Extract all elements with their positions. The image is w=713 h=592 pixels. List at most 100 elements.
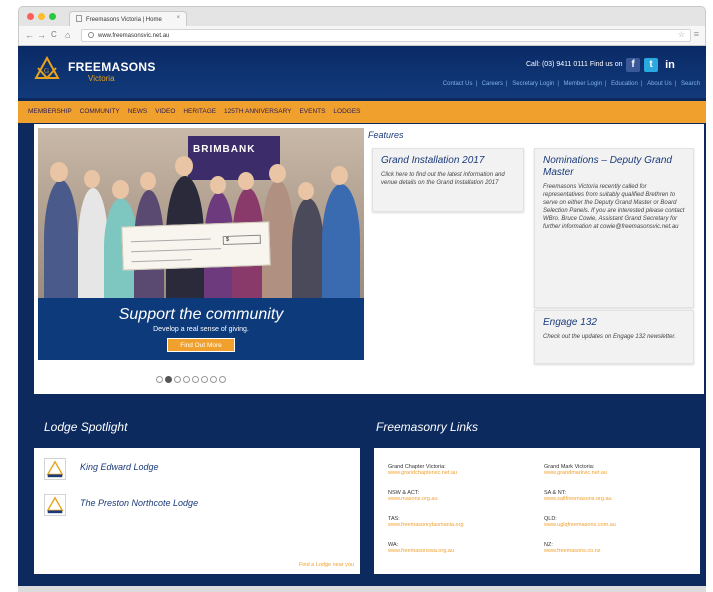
find-out-more-button[interactable]: Find Out More bbox=[167, 338, 235, 352]
banner-text: BRIMBANK bbox=[193, 144, 256, 155]
banner-sign bbox=[188, 136, 280, 180]
feature-card-nominations[interactable]: Nominations – Deputy Grand Master Freema… bbox=[534, 148, 694, 308]
link-url[interactable]: www.grandchaptervic.net.au bbox=[388, 470, 538, 476]
top-link-education[interactable]: Education bbox=[611, 81, 638, 87]
link-url[interactable]: www.masons.org.au bbox=[388, 496, 538, 502]
website: G FREEMASONS Victoria Call: (03) 9411 01… bbox=[18, 46, 706, 592]
lodge-logo-icon bbox=[44, 458, 66, 480]
link-item[interactable]: QLD: www.uglqfreemasons.com.au bbox=[544, 516, 694, 528]
top-link-about[interactable]: About Us bbox=[647, 81, 672, 87]
link-item[interactable]: WA: www.freemasonswa.org.au bbox=[388, 542, 538, 554]
tab-title: Freemasons Victoria | Home bbox=[86, 17, 162, 23]
logo-subtitle: Victoria bbox=[88, 74, 115, 83]
call-us-text: Call: (03) 9411 0111 Find us on bbox=[526, 61, 623, 68]
hero-panel: BRIMBANK $ Support the community Develop… bbox=[34, 124, 704, 394]
feature-card-title[interactable]: Grand Installation 2017 bbox=[381, 155, 515, 167]
link-item[interactable]: Grand Mark Victoria: www.grandmarkvic.net… bbox=[544, 464, 694, 476]
close-window-button[interactable] bbox=[27, 13, 34, 20]
url-text: www.freemasonsvic.net.au bbox=[98, 33, 170, 39]
url-input[interactable]: www.freemasonsvic.net.au bbox=[81, 29, 691, 42]
top-link-search[interactable]: Search bbox=[681, 81, 700, 87]
page-bottom-bar bbox=[18, 586, 706, 592]
slider-dot[interactable] bbox=[156, 376, 163, 383]
svg-text:G: G bbox=[44, 67, 49, 75]
lodge-spotlight-box: King Edward Lodge The Preston Northcote … bbox=[34, 448, 360, 574]
slider-dot-active[interactable] bbox=[165, 376, 172, 383]
address-bar: ← → C ⌂ www.freemasonsvic.net.au ☆ ≡ bbox=[18, 26, 706, 46]
slider-pagination bbox=[156, 376, 228, 385]
logo-name[interactable]: FREEMASONS bbox=[68, 60, 156, 74]
browser-window: Freemasons Victoria | Home × ← → C ⌂ www… bbox=[18, 6, 706, 46]
lodge-spotlight-title: Lodge Spotlight bbox=[44, 420, 128, 434]
nav-community[interactable]: COMMUNITY bbox=[80, 101, 120, 123]
back-button[interactable]: ← bbox=[25, 30, 34, 40]
linkedin-icon[interactable]: in bbox=[663, 58, 677, 72]
reload-button[interactable]: C bbox=[51, 30, 57, 40]
lodge-logo-icon bbox=[44, 494, 66, 516]
nav-heritage[interactable]: HERITAGE bbox=[183, 101, 216, 123]
feature-card-title[interactable]: Nominations – Deputy Grand Master bbox=[543, 155, 685, 179]
link-item[interactable]: TAS: www.freemasonrytasmania.org bbox=[388, 516, 538, 528]
top-link-contact[interactable]: Contact Us bbox=[443, 81, 473, 87]
nav-news[interactable]: NEWS bbox=[128, 101, 148, 123]
feature-card-body: Click here to find out the latest inform… bbox=[381, 172, 505, 186]
freemasonry-links-title: Freemasonry Links bbox=[376, 420, 479, 434]
top-links: Contact Us | Careers | Secretary Login | Me… bbox=[442, 81, 700, 87]
slide-subtitle: Develop a real sense of giving. bbox=[153, 326, 249, 333]
nav-membership[interactable]: MEMBERSHIP bbox=[28, 101, 72, 123]
browser-menu-icon[interactable]: ≡ bbox=[694, 29, 699, 39]
nav-lodges[interactable]: LODGES bbox=[333, 101, 360, 123]
donation-cheque: $ bbox=[121, 221, 271, 271]
top-link-secretary-login[interactable]: Secretary Login bbox=[512, 81, 554, 87]
lodge-name[interactable]: King Edward Lodge bbox=[80, 462, 159, 472]
features-title: Features bbox=[368, 130, 404, 140]
bookmark-star-icon[interactable]: ☆ bbox=[678, 30, 685, 39]
link-url[interactable]: www.saltfreemasons.org.au bbox=[544, 496, 694, 502]
freemasonry-links-box: Grand Chapter Victoria: www.grandchapterv… bbox=[374, 448, 700, 574]
hero-slider[interactable]: BRIMBANK $ Support the community Develop… bbox=[38, 128, 364, 360]
info-icon bbox=[88, 32, 94, 38]
page-icon bbox=[76, 15, 82, 22]
twitter-icon[interactable]: t bbox=[644, 58, 658, 72]
minimize-window-button[interactable] bbox=[38, 13, 45, 20]
feature-card-title[interactable]: Engage 132 bbox=[543, 317, 685, 329]
square-compass-logo-icon[interactable]: G bbox=[34, 56, 60, 82]
link-url[interactable]: www.freemasonrytasmania.org bbox=[388, 522, 538, 528]
slide-title: Support the community bbox=[118, 306, 284, 323]
cheque-amount: $ bbox=[222, 234, 261, 246]
link-url[interactable]: www.freemasonswa.org.au bbox=[388, 548, 538, 554]
link-item[interactable]: Grand Chapter Victoria: www.grandchapterv… bbox=[388, 464, 538, 476]
main-nav: MEMBERSHIP COMMUNITY NEWS VIDEO HERITAGE… bbox=[18, 101, 706, 123]
slider-dot[interactable] bbox=[192, 376, 199, 383]
nav-video[interactable]: VIDEO bbox=[155, 101, 175, 123]
slider-dot[interactable] bbox=[201, 376, 208, 383]
tab-close-icon[interactable]: × bbox=[176, 15, 180, 21]
find-lodge-link[interactable]: Find a Lodge near you bbox=[299, 562, 354, 568]
browser-tab[interactable]: Freemasons Victoria | Home × bbox=[69, 11, 187, 27]
site-header: G FREEMASONS Victoria Call: (03) 9411 01… bbox=[18, 46, 706, 98]
slider-dot[interactable] bbox=[210, 376, 217, 383]
nav-events[interactable]: EVENTS bbox=[299, 101, 325, 123]
forward-button[interactable]: → bbox=[37, 30, 46, 40]
top-link-member-login[interactable]: Member Login bbox=[564, 81, 602, 87]
hero-photo: BRIMBANK $ bbox=[38, 128, 364, 298]
feature-card-grand-installation[interactable]: Grand Installation 2017 Click here to fi… bbox=[372, 148, 524, 212]
feature-card-body: Check out the updates on Engage 132 news… bbox=[543, 334, 676, 340]
link-item[interactable]: NSW & ACT: www.masons.org.au bbox=[388, 490, 538, 502]
top-link-careers[interactable]: Careers bbox=[482, 81, 503, 87]
link-url[interactable]: www.freemasons.co.nz bbox=[544, 548, 694, 554]
slider-dot[interactable] bbox=[174, 376, 181, 383]
feature-card-engage[interactable]: Engage 132 Check out the updates on Enga… bbox=[534, 310, 694, 364]
maximize-window-button[interactable] bbox=[49, 13, 56, 20]
feature-card-body: Freemasons Victoria recently called for … bbox=[543, 184, 685, 230]
nav-125th-anniversary[interactable]: 125TH ANNIVERSARY bbox=[224, 101, 291, 123]
link-item[interactable]: SA & NT: www.saltfreemasons.org.au bbox=[544, 490, 694, 502]
facebook-icon[interactable]: f bbox=[626, 58, 640, 72]
link-url[interactable]: www.grandmarkvic.net.au bbox=[544, 470, 694, 476]
home-button[interactable]: ⌂ bbox=[65, 30, 70, 40]
slider-dot[interactable] bbox=[219, 376, 226, 383]
link-item[interactable]: NZ: www.freemasons.co.nz bbox=[544, 542, 694, 554]
lodge-name[interactable]: The Preston Northcote Lodge bbox=[80, 498, 198, 508]
slider-dot[interactable] bbox=[183, 376, 190, 383]
link-url[interactable]: www.uglqfreemasons.com.au bbox=[544, 522, 694, 528]
